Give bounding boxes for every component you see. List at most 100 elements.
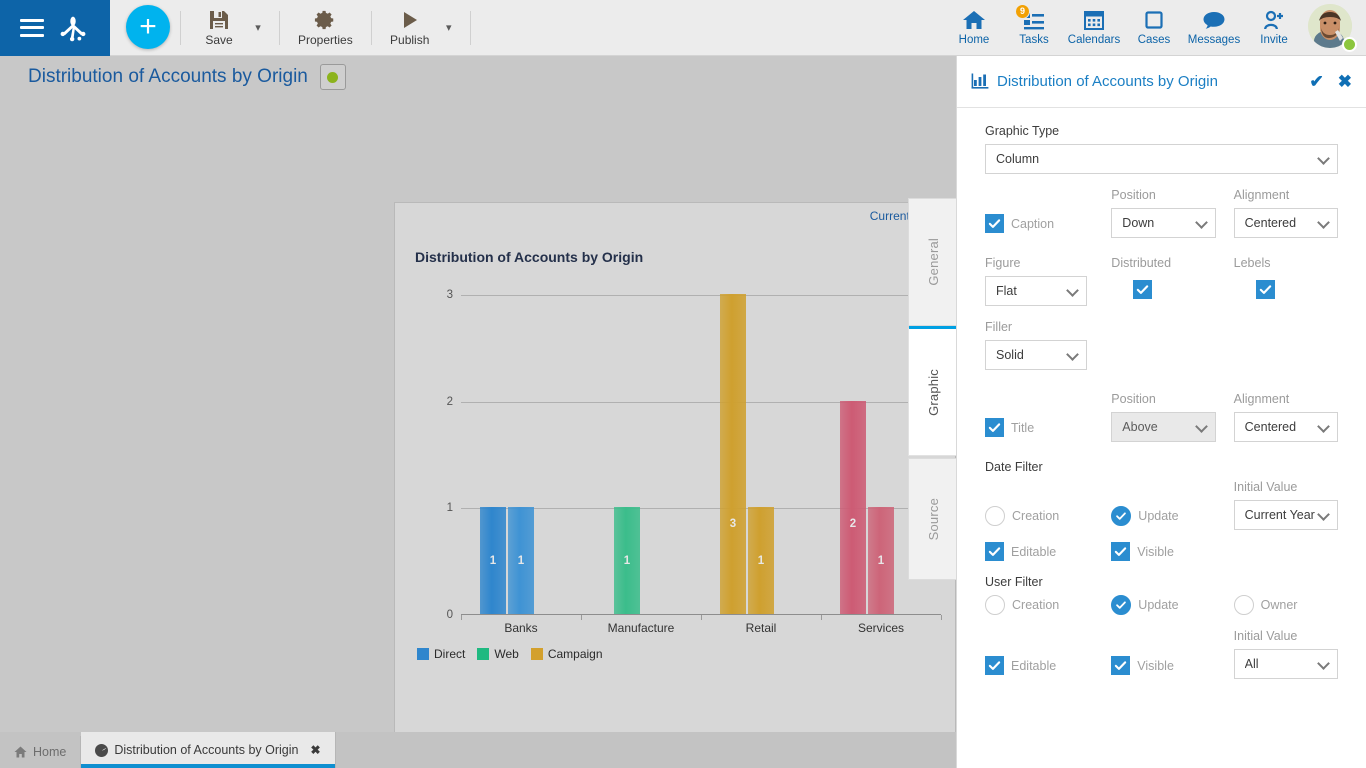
toolbar-divider-1 [180, 10, 181, 45]
date-visible-checkbox[interactable] [1111, 542, 1131, 561]
lebels-checkbox[interactable] [1255, 280, 1275, 299]
caption-checkbox-row[interactable]: Caption [985, 214, 1093, 233]
legend-item[interactable]: Campaign [530, 647, 603, 661]
chart-x-tick [701, 615, 702, 620]
user-owner-radio[interactable] [1233, 595, 1254, 615]
chart-y-tick: 2 [446, 395, 453, 408]
caption-alignment-select-wrap: CenteredLeftRight [1233, 208, 1339, 238]
invite-user-icon [1264, 10, 1283, 30]
title-checkbox[interactable] [985, 418, 1004, 437]
chart-bar-value-label: 1 [623, 554, 631, 567]
chart-bar[interactable]: 3 [720, 294, 746, 614]
user-editable-checkbox[interactable] [985, 656, 1004, 675]
side-tab-source[interactable]: Source [908, 458, 958, 580]
home-small-icon [14, 746, 27, 758]
designer-canvas: Current year▾ Distribution of Accounts b… [0, 98, 958, 768]
nav-cases[interactable]: Cases [1124, 0, 1184, 56]
chart-grid: 1 1 1 3 1 2 1 [461, 294, 942, 620]
user-visible-checkbox[interactable] [1111, 656, 1131, 675]
legend-swatch [417, 648, 429, 660]
date-creation-radio[interactable] [985, 506, 1005, 526]
panel-header-title: Distribution of Accounts by Origin [997, 73, 1218, 90]
publish-dropdown-caret[interactable]: ▾ [438, 0, 460, 56]
side-tab-general[interactable]: General [908, 198, 958, 326]
properties-button[interactable]: Properties [290, 0, 361, 56]
user-update-radio[interactable] [1111, 595, 1132, 615]
figure-select[interactable]: Flat3DGradient [985, 276, 1087, 306]
date-update-radio-row[interactable]: Update [1111, 506, 1215, 526]
close-icon[interactable]: ✖ [1338, 72, 1352, 92]
nav-tasks[interactable]: 9 Tasks [1004, 0, 1064, 56]
user-visible-row[interactable]: Visible [1111, 656, 1215, 675]
legend-label: Campaign [547, 647, 603, 661]
date-visible-row[interactable]: Visible [1111, 542, 1215, 561]
save-button[interactable]: Save [191, 0, 247, 56]
chart-bar-value-label: 1 [877, 554, 885, 567]
title-checkbox-row[interactable]: Title [985, 418, 1093, 437]
user-creation-radio-row[interactable]: Creation [985, 595, 1093, 615]
nav-home[interactable]: Home [944, 0, 1004, 56]
avatar[interactable] [1308, 3, 1357, 52]
nav-messages-label: Messages [1187, 34, 1241, 46]
date-creation-radio-row[interactable]: Creation [985, 506, 1093, 526]
date-editable-row[interactable]: Editable [985, 542, 1093, 561]
chart-bar[interactable]: 1 [868, 507, 894, 614]
graphic-type-select[interactable]: ColumnBarLinePieArea [985, 144, 1338, 174]
chart-widget[interactable]: Current year▾ Distribution of Accounts b… [394, 202, 956, 768]
chart-y-tick: 0 [446, 609, 453, 621]
title-alignment-select[interactable]: CenteredLeftRight [1233, 412, 1339, 442]
user-owner-radio-row[interactable]: Owner [1233, 595, 1338, 615]
user-creation-radio[interactable] [985, 595, 1005, 615]
hamburger-icon[interactable] [20, 18, 44, 37]
close-icon[interactable]: ✖ [310, 743, 320, 757]
date-editable-checkbox[interactable] [985, 542, 1004, 561]
date-update-radio[interactable] [1111, 506, 1132, 526]
toolbar-brand-area [0, 0, 110, 56]
check-icon [1115, 661, 1127, 670]
date-editable-label: Editable [1011, 544, 1057, 559]
add-button[interactable]: + [126, 4, 170, 49]
home-icon [963, 11, 985, 29]
publish-button[interactable]: Publish [382, 0, 438, 56]
user-visible-label: Visible [1137, 658, 1174, 673]
nav-messages[interactable]: Messages [1184, 0, 1244, 56]
graphic-type-select-wrap: ColumnBarLinePieArea [985, 144, 1338, 174]
frog-logo-icon [60, 16, 86, 41]
side-tab-graphic[interactable]: Graphic [908, 326, 958, 456]
taskbar-tab-chart-label: Distribution of Accounts by Origin [114, 743, 299, 757]
distributed-checkbox[interactable] [1133, 280, 1153, 299]
save-dropdown-caret[interactable]: ▾ [247, 0, 269, 56]
check-icon [988, 219, 1001, 228]
status-badge[interactable] [319, 64, 346, 90]
nav-home-label: Home [958, 34, 990, 46]
figure-row: Figure Flat3DGradient Filler SolidPatter… [985, 256, 1338, 370]
chart-bar[interactable]: 1 [748, 507, 774, 614]
nav-invite[interactable]: Invite [1244, 0, 1304, 56]
page-titlebar: Distribution of Accounts by Origin [0, 56, 956, 98]
chart-bar[interactable]: 1 [480, 507, 506, 614]
date-initial-value-select[interactable]: Current YearCurrent MonthLast YearAll [1233, 500, 1339, 530]
caption-checkbox[interactable] [985, 214, 1004, 233]
user-update-radio-row[interactable]: Update [1111, 595, 1215, 615]
user-initial-value-select[interactable]: AllMeMy Team [1233, 649, 1339, 679]
legend-item[interactable]: Web [477, 647, 519, 661]
taskbar-tab-home[interactable]: Home [0, 736, 82, 768]
title-checkbox-label: Title [1011, 420, 1035, 435]
chart-bar[interactable]: 1 [614, 507, 640, 614]
chart-bar[interactable]: 1 [508, 507, 534, 614]
side-tab-graphic-label: Graphic [926, 368, 941, 416]
legend-item[interactable]: Direct [417, 647, 465, 661]
user-editable-row[interactable]: Editable [985, 656, 1093, 675]
filler-select[interactable]: SolidPatternGradient [985, 340, 1087, 370]
legend-label: Direct [434, 647, 466, 661]
date-creation-label: Creation [1012, 509, 1060, 523]
caption-alignment-select[interactable]: CenteredLeftRight [1233, 208, 1339, 238]
title-position-select[interactable]: AboveBelow [1111, 412, 1216, 442]
chart-bar[interactable]: 2 [840, 400, 866, 614]
nav-calendars[interactable]: Calendars [1064, 0, 1124, 56]
check-icon[interactable]: ✔ [1310, 72, 1324, 92]
caption-position-select[interactable]: DownUpLeftRight [1111, 208, 1216, 238]
taskbar-tab-chart[interactable]: Distribution of Accounts by Origin ✖ [81, 732, 336, 768]
user-update-label: Update [1138, 598, 1179, 612]
nav-tasks-label: Tasks [1019, 34, 1049, 46]
